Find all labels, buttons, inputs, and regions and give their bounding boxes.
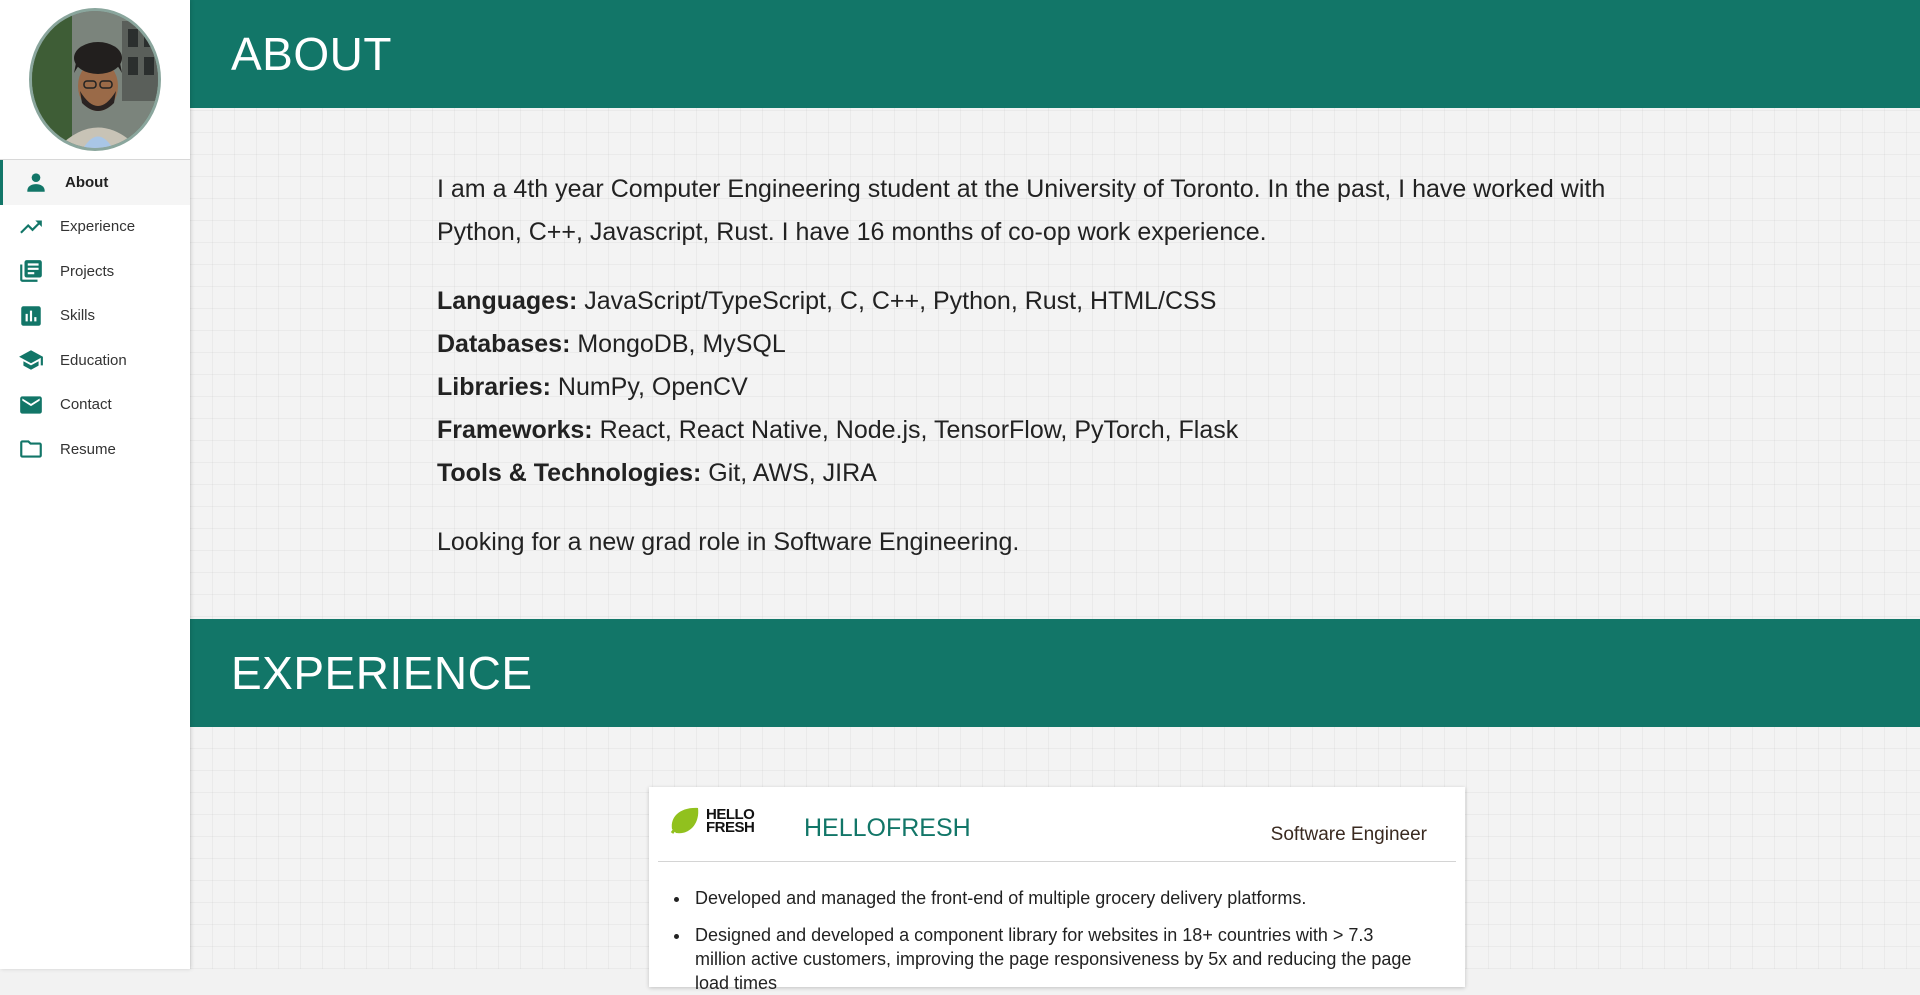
folder-icon	[18, 436, 44, 462]
library-books-icon	[18, 258, 44, 284]
experience-header: EXPERIENCE	[190, 619, 1920, 727]
sidebar-item-experience[interactable]: Experience	[0, 205, 190, 250]
sidebar-item-contact[interactable]: Contact	[0, 383, 190, 428]
skill-label: Databases:	[437, 330, 571, 358]
school-icon	[18, 347, 44, 373]
sidebar-item-about[interactable]: About	[0, 160, 190, 205]
about-header: ABOUT	[190, 0, 1920, 108]
trending-up-icon	[18, 214, 44, 240]
section-title-experience: EXPERIENCE	[231, 647, 533, 699]
skill-value: Git, AWS, JIRA	[701, 459, 877, 487]
person-icon	[23, 169, 49, 195]
skill-value: JavaScript/TypeScript, C, C++, Python, R…	[577, 287, 1217, 315]
experience-bullets: Developed and managed the front-end of m…	[649, 862, 1465, 995]
about-body: I am a 4th year Computer Engineering stu…	[437, 168, 1617, 564]
sidebar: About Experience Projects Skills Educati…	[0, 0, 190, 969]
sidebar-item-skills[interactable]: Skills	[0, 294, 190, 339]
skill-line-frameworks: Frameworks: React, React Native, Node.js…	[437, 409, 1617, 452]
sidebar-item-label: Experience	[60, 218, 136, 236]
logo-text-line: FRESH	[706, 819, 755, 836]
sidebar-item-resume[interactable]: Resume	[0, 427, 190, 472]
skill-value: React, React Native, Node.js, TensorFlow…	[592, 416, 1239, 444]
skill-line-libraries: Libraries: NumPy, OpenCV	[437, 366, 1617, 409]
sidebar-item-label: Projects	[60, 262, 115, 280]
experience-card-header: HELLO FRESH HELLOFRESH Software Engineer	[658, 787, 1456, 862]
sidebar-item-label: Skills	[60, 307, 96, 325]
section-title-about: ABOUT	[231, 28, 392, 80]
avatar	[29, 8, 161, 151]
company-name: HELLOFRESH	[804, 814, 971, 842]
skill-line-tools: Tools & Technologies: Git, AWS, JIRA	[437, 452, 1617, 495]
skill-label: Libraries:	[437, 373, 551, 401]
sidebar-item-label: Contact	[60, 396, 112, 414]
avatar-container	[0, 0, 190, 160]
skill-value: NumPy, OpenCV	[550, 373, 748, 401]
hellofresh-logo-icon: HELLO FRESH	[668, 805, 755, 837]
skill-line-databases: Databases: MongoDB, MySQL	[437, 323, 1617, 366]
job-role: Software Engineer	[1270, 824, 1427, 845]
mail-icon	[18, 392, 44, 418]
skill-value: MongoDB, MySQL	[570, 330, 786, 358]
skill-label: Languages:	[437, 287, 578, 315]
main-content: ABOUT I am a 4th year Computer Engineeri…	[190, 0, 1920, 993]
sidebar-nav: About Experience Projects Skills Educati…	[0, 160, 190, 472]
list-item: Developed and managed the front-end of m…	[691, 886, 1426, 910]
about-looking: Looking for a new grad role in Software …	[437, 528, 1020, 556]
experience-card: HELLO FRESH HELLOFRESH Software Engineer…	[649, 787, 1465, 993]
skill-label: Tools & Technologies:	[437, 459, 702, 487]
sidebar-item-label: About	[65, 173, 109, 191]
about-intro: I am a 4th year Computer Engineering stu…	[437, 175, 1606, 246]
bar-chart-icon	[18, 303, 44, 329]
sidebar-item-education[interactable]: Education	[0, 338, 190, 383]
sidebar-item-label: Education	[60, 351, 127, 369]
skill-line-languages: Languages: JavaScript/TypeScript, C, C++…	[437, 280, 1617, 323]
sidebar-item-projects[interactable]: Projects	[0, 249, 190, 294]
sidebar-item-label: Resume	[60, 440, 116, 458]
skill-label: Frameworks:	[437, 416, 593, 444]
list-item: Designed and developed a component libra…	[691, 923, 1426, 995]
